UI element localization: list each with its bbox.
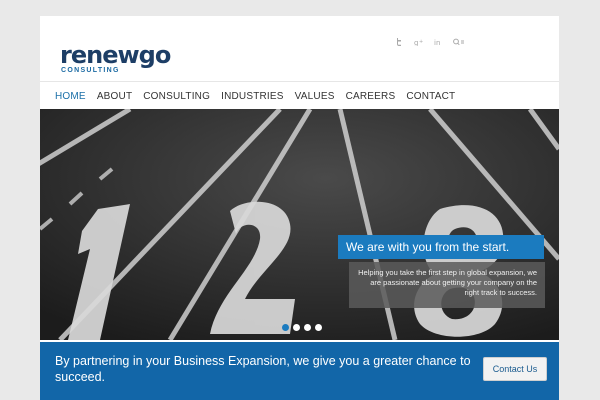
nav-item-contact[interactable]: CONTACT	[406, 91, 455, 102]
nav-item-values[interactable]: VALUES	[295, 91, 335, 102]
nav-item-consulting[interactable]: CONSULTING	[143, 91, 210, 102]
social-links: g + in	[396, 38, 465, 46]
search-icon[interactable]	[453, 38, 465, 46]
svg-text:in: in	[434, 39, 440, 46]
main-nav: HOME ABOUT CONSULTING INDUSTRIES VALUES …	[40, 82, 559, 110]
slider-dot-4[interactable]	[315, 324, 322, 331]
nav-item-about[interactable]: ABOUT	[97, 91, 132, 102]
logo-text-part1: renew	[60, 41, 140, 69]
slider-dots	[282, 324, 322, 331]
logo-text: renewgo	[60, 41, 172, 69]
nav-item-careers[interactable]: CAREERS	[346, 91, 396, 102]
contact-us-button[interactable]: Contact Us	[483, 357, 547, 381]
nav-item-home[interactable]: HOME	[55, 91, 86, 102]
page: renewgo CONSULTING g + in HOME ABOUT CONS…	[40, 16, 559, 400]
cta-banner: By partnering in your Business Expansion…	[40, 342, 559, 400]
hero-slider[interactable]: We are with you from the start. Helping …	[40, 109, 559, 340]
twitter-icon[interactable]	[396, 38, 404, 46]
cta-banner-text: By partnering in your Business Expansion…	[55, 354, 471, 384]
header: renewgo CONSULTING g + in	[40, 16, 559, 82]
slider-dot-2[interactable]	[293, 324, 300, 331]
googleplus-icon[interactable]: g +	[414, 38, 424, 46]
slide-caption-title: We are with you from the start.	[338, 235, 544, 259]
svg-text:+: +	[419, 39, 423, 45]
slider-dot-1[interactable]	[282, 324, 289, 331]
logo[interactable]: renewgo CONSULTING	[60, 41, 172, 83]
slide-caption-text: Helping you take the first step in globa…	[349, 262, 545, 308]
logo-subtitle: CONSULTING	[61, 67, 120, 74]
slider-dot-3[interactable]	[304, 324, 311, 331]
logo-text-part2: go	[138, 41, 172, 69]
linkedin-icon[interactable]: in	[434, 38, 443, 46]
nav-item-industries[interactable]: INDUSTRIES	[221, 91, 284, 102]
svg-text:g: g	[414, 39, 418, 46]
